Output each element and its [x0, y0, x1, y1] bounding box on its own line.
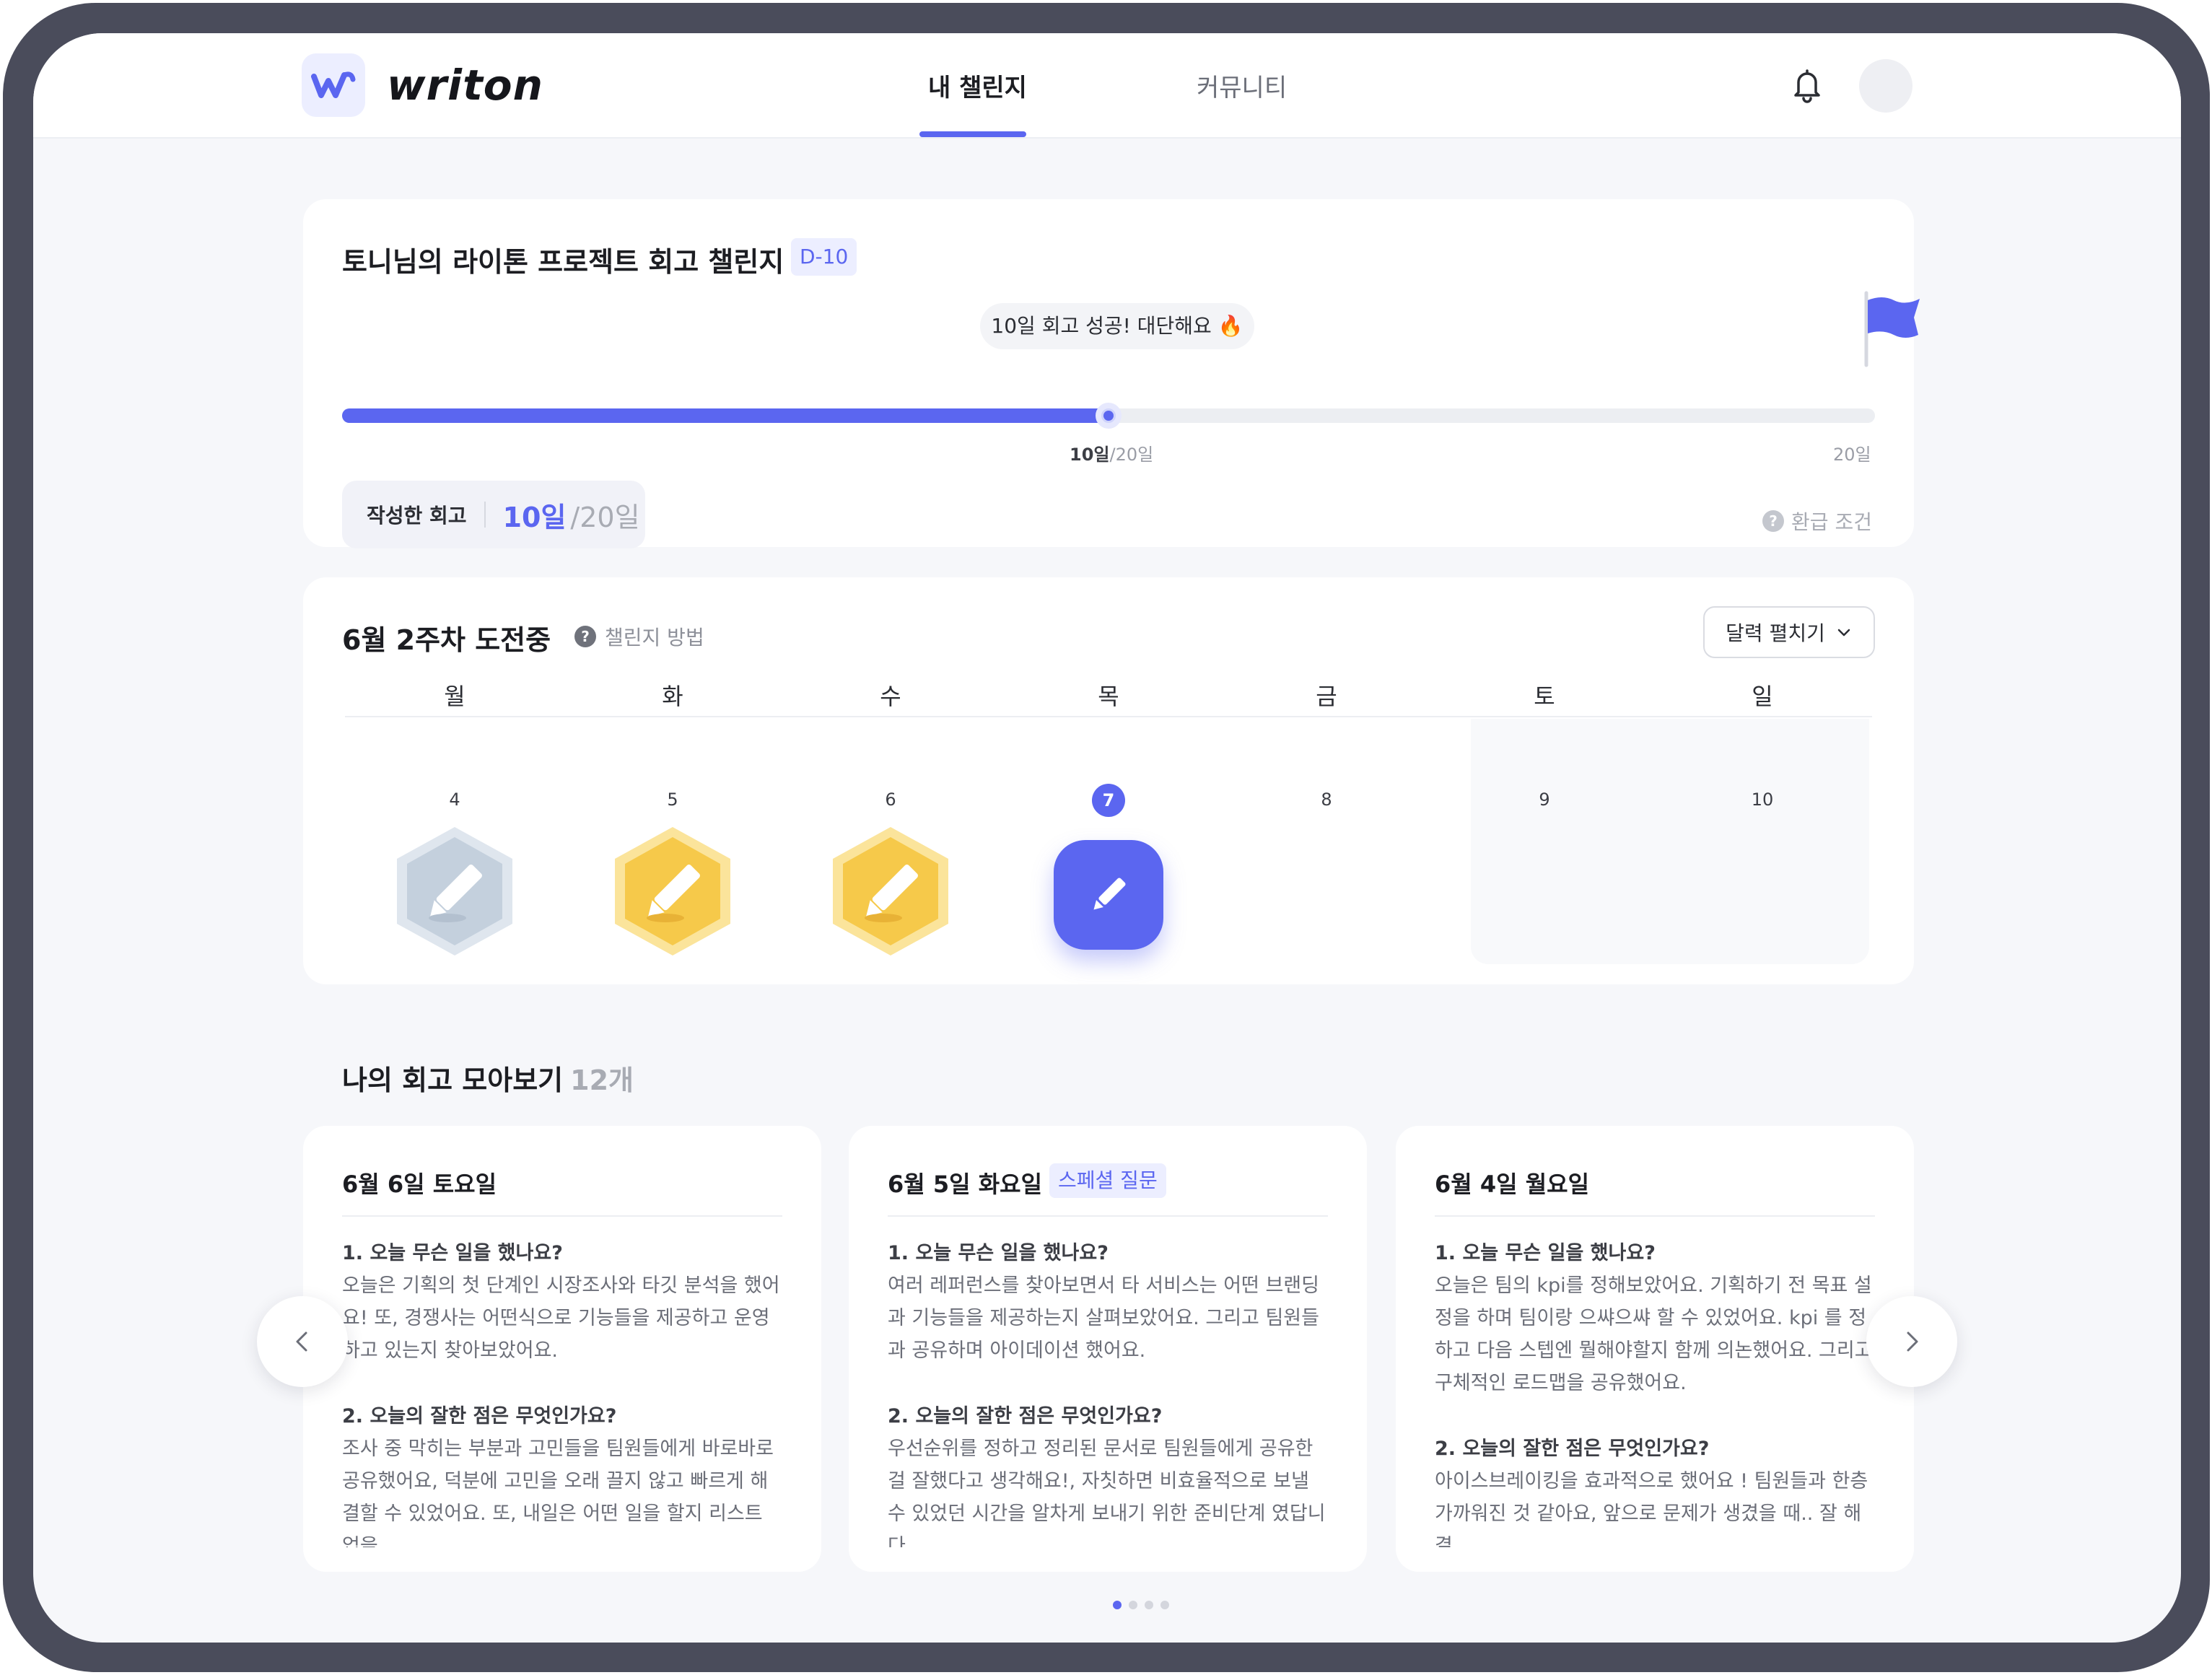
pagination-dot[interactable] [1145, 1601, 1153, 1609]
review-date: 6월 5일 화요일 [888, 1171, 1043, 1198]
reviews-section-title: 나의 회고 모아보기 12개 [342, 1058, 634, 1098]
date-sat: 9 [1539, 790, 1550, 810]
review-answer: 우선순위를 정하고 정리된 문서로 팀원들에게 공유한걸 잘했다고 생각해요!,… [888, 1438, 1326, 1547]
pagination-dot[interactable] [1113, 1601, 1122, 1609]
chevron-down-icon [1837, 629, 1850, 637]
dday-badge: D-10 [791, 238, 857, 276]
current-day-label: 10일 [1070, 445, 1110, 465]
review-body: 1. 오늘 무슨 일을 했나요? 오늘은 기획의 첫 단계인 시장조사와 타깃 … [342, 1237, 785, 1547]
weekday-header: 월 화 수 목 금 토 일 [345, 678, 1872, 717]
date-sun: 10 [1751, 790, 1774, 810]
refund-label: 환급 조건 [1791, 510, 1872, 534]
review-card[interactable]: 6월 4일 월요일 1. 오늘 무슨 일을 했나요? 오늘은 팀의 kpi를 정… [1396, 1126, 1914, 1572]
weekday-mon: 월 [444, 683, 465, 710]
challenge-progress-card: 토니님의 라이톤 프로젝트 회고 챌린지 D-10 10일 회고 성공! 대단해… [303, 199, 1920, 548]
flag-icon [1861, 290, 1925, 377]
written-count: 10일 [502, 501, 567, 533]
divider [1435, 1215, 1875, 1217]
expand-calendar-label: 달력 펼치기 [1726, 621, 1825, 645]
date-fri: 8 [1321, 790, 1332, 810]
written-total: /20일 [570, 501, 640, 533]
weekday-sun: 일 [1752, 683, 1773, 710]
weekday-tue: 화 [662, 683, 683, 710]
current-progress-label: 10일/20일 [1070, 440, 1153, 465]
expand-calendar-button[interactable]: 달력 펼치기 [1703, 606, 1875, 658]
question-icon: ? [574, 626, 596, 647]
review-answer: 여러 레퍼런스를 찾아보면서 타 서비스는 어떤 브랜딩과 기능들을 제공하는지… [888, 1274, 1319, 1362]
tab-community[interactable]: 커뮤니티 [1197, 68, 1287, 103]
challenge-title: 토니님의 라이톤 프로젝트 회고 챌린지 [342, 246, 784, 278]
review-answer: 아이스브레이킹을 효과적으로 했어요 ! 팀원들과 한층 가까워진 것 같아요,… [1435, 1470, 1868, 1547]
date-mon: 4 [449, 790, 460, 810]
divider [888, 1215, 1328, 1217]
review-question: 2. 오늘의 잘한 점은 무엇인가요? [888, 1405, 1163, 1427]
progress-track [342, 403, 1875, 429]
review-card[interactable]: 6월 5일 화요일 스페셜 질문 1. 오늘 무슨 일을 했나요? 여러 레퍼런… [849, 1126, 1367, 1572]
review-body: 1. 오늘 무슨 일을 했나요? 여러 레퍼런스를 찾아보면서 타 서비스는 어… [888, 1237, 1331, 1547]
review-question: 2. 오늘의 잘한 점은 무엇인가요? [1435, 1438, 1710, 1460]
challenge-method-label: 챌린지 방법 [605, 626, 704, 650]
avatar[interactable] [1859, 59, 1912, 113]
special-question-tag: 스페셜 질문 [1049, 1163, 1166, 1198]
success-badge-icon[interactable] [826, 823, 956, 960]
tab-my-challenge[interactable]: 내 챌린지 [928, 68, 1027, 103]
review-question: 2. 오늘의 잘한 점은 무엇인가요? [342, 1405, 617, 1427]
written-label: 작성한 회고 [367, 504, 467, 528]
review-date: 6월 6일 토요일 [342, 1171, 497, 1198]
weekly-challenge-card: 6월 2주차 도전중 ? 챌린지 방법 달력 펼치기 월 화 수 목 금 토 일… [303, 577, 1914, 984]
write-today-button[interactable] [1054, 840, 1163, 950]
carousel-prev-button[interactable] [257, 1296, 348, 1387]
pagination-dot[interactable] [1129, 1601, 1137, 1609]
top-header: writon 내 챌린지 커뮤니티 [33, 33, 2181, 139]
date-today: 7 [1092, 784, 1125, 817]
carousel-next-button[interactable] [1866, 1296, 1957, 1387]
review-card[interactable]: 6월 6일 토요일 1. 오늘 무슨 일을 했나요? 오늘은 기획의 첫 단계인… [303, 1126, 821, 1572]
review-answer: 오늘은 팀의 kpi를 정해보았어요. 기획하기 전 목표 설정을 하며 팀이랑… [1435, 1274, 1873, 1394]
current-total-label: /20일 [1109, 445, 1154, 465]
carousel-pagination [1113, 1601, 1169, 1609]
success-badge-icon[interactable] [608, 823, 738, 960]
date-tue: 5 [667, 790, 678, 810]
review-answer: 오늘은 기획의 첫 단계인 시장조사와 타깃 분석을 했어요! 또, 경쟁사는 … [342, 1274, 780, 1362]
review-date: 6월 4일 월요일 [1435, 1171, 1590, 1198]
pagination-dot[interactable] [1160, 1601, 1169, 1609]
weekday-sat: 토 [1534, 683, 1555, 710]
weekday-fri: 금 [1316, 683, 1337, 710]
logo-icon[interactable] [302, 53, 365, 117]
end-progress-label: 20일 [1833, 445, 1871, 465]
progress-fill [342, 408, 1109, 423]
progress-handle [1096, 403, 1122, 429]
logo-wordmark[interactable]: writon [387, 61, 543, 110]
divider [342, 1215, 782, 1217]
bell-icon[interactable] [1787, 65, 1827, 105]
review-body: 1. 오늘 무슨 일을 했나요? 오늘은 팀의 kpi를 정해보았어요. 기획하… [1435, 1237, 1878, 1547]
app-screen: writon 내 챌린지 커뮤니티 토니님의 라이톤 프로젝트 회고 챌린지 D… [33, 33, 2181, 1643]
weekday-thu: 목 [1098, 683, 1119, 710]
divider [484, 502, 486, 528]
reviews-title: 나의 회고 모아보기 [342, 1064, 564, 1096]
chevron-left-icon [296, 1331, 307, 1352]
written-review-summary: 작성한 회고 10일 /20일 [342, 481, 645, 548]
review-answer: 조사 중 막히는 부분과 고민들을 팀원들에게 바로바로 공유했어요, 덕분에 … [342, 1438, 774, 1547]
review-question: 1. 오늘 무슨 일을 했나요? [888, 1242, 1109, 1264]
missed-badge-icon[interactable] [390, 823, 520, 960]
pencil-icon [1093, 878, 1126, 910]
week-title: 6월 2주차 도전중 [342, 624, 551, 656]
review-question: 1. 오늘 무슨 일을 했나요? [342, 1242, 563, 1264]
progress-message-bubble: 10일 회고 성공! 대단해요 🔥 [980, 303, 1254, 349]
review-question: 1. 오늘 무슨 일을 했나요? [1435, 1242, 1656, 1264]
challenge-method-link[interactable]: ? 챌린지 방법 [574, 622, 704, 651]
active-tab-indicator [919, 131, 1026, 137]
reviews-count: 12개 [570, 1064, 634, 1096]
date-wed: 6 [885, 790, 896, 810]
question-icon: ? [1762, 510, 1785, 532]
refund-conditions-link[interactable]: ? 환급 조건 [1762, 507, 1872, 535]
chevron-right-icon [1907, 1331, 1918, 1352]
weekend-column-background [1471, 719, 1869, 964]
weekday-wed: 수 [880, 683, 901, 710]
